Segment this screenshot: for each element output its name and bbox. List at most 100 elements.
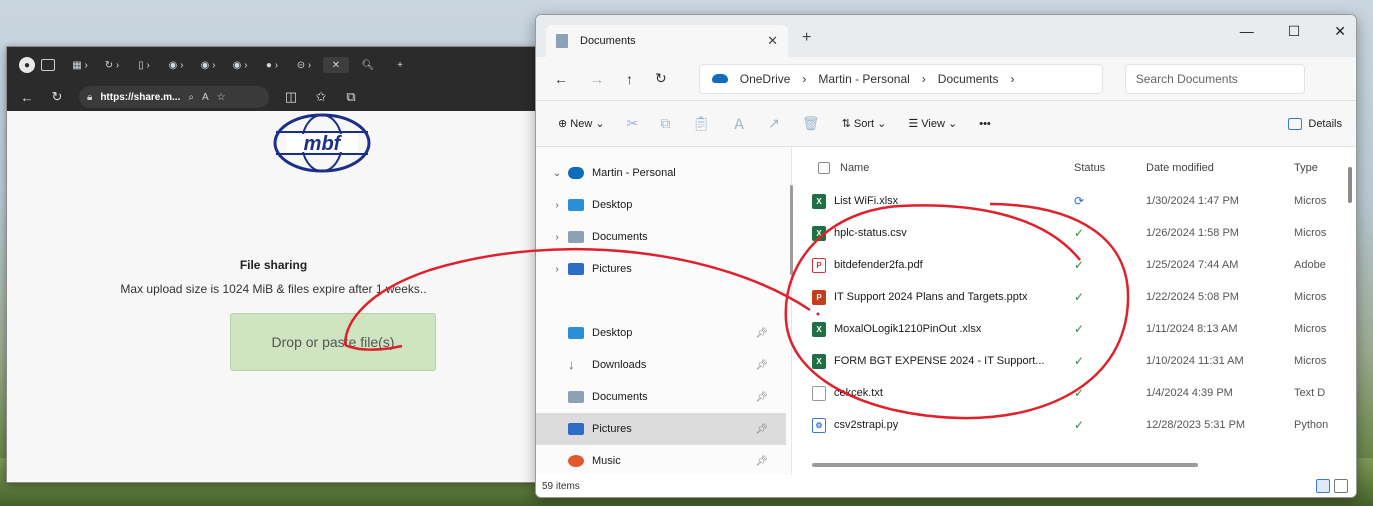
split-screen-icon[interactable]: ◫ — [283, 89, 299, 105]
address-bar[interactable]: 🔒︎ https://share.m... ⌕ A ☆ — [79, 86, 269, 108]
nav-item-documents[interactable]: › Documents — [536, 221, 786, 253]
reload-icon[interactable]: ↻ — [49, 89, 65, 105]
file-row[interactable]: X FORM BGT EXPENSE 2024 - IT Support... … — [812, 345, 1356, 377]
new-tab-icon[interactable]: + — [802, 29, 811, 47]
nav-item-pictures[interactable]: › Pictures — [536, 253, 786, 285]
excel-file-icon: X — [812, 193, 826, 209]
address-text: https://share.m... — [100, 91, 181, 103]
file-row[interactable]: ⚙ csv2strapi.py ✓ 12/28/2023 5:31 PM Pyt… — [812, 409, 1356, 441]
read-aloud-icon[interactable]: A — [202, 92, 209, 103]
details-pane-icon — [1288, 117, 1303, 130]
rename-icon[interactable]: Ａ — [732, 114, 746, 134]
quick-access-pictures[interactable]: Pictures 📌︎ — [536, 413, 786, 445]
paste-icon[interactable]: 📋︎ — [692, 115, 710, 132]
column-header-status[interactable]: Status — [1074, 157, 1105, 179]
back-arrow-icon[interactable]: ← — [19, 90, 35, 105]
chevron-right-icon[interactable]: › — [546, 264, 568, 275]
refresh-icon[interactable]: ↻ — [655, 70, 667, 87]
item-count: 59 items — [542, 480, 580, 492]
quick-access-documents[interactable]: Documents 📌︎ — [536, 381, 786, 413]
file-row[interactable]: cekcek.txt ✓ 1/4/2024 4:39 PM Text D — [812, 377, 1356, 409]
zoom-icon[interactable]: ⌕ — [188, 92, 194, 103]
delete-icon[interactable]: 🗑︎ — [802, 115, 820, 132]
pin-icon[interactable]: 📌︎ — [755, 392, 768, 403]
share-icon[interactable]: ↗ — [768, 115, 780, 132]
breadcrumb-item[interactable]: Martin - Personal — [818, 72, 909, 86]
file-row[interactable]: X MoxalOLogik1210PinOut .xlsx ✓ 1/11/202… — [812, 313, 1356, 345]
chevron-right-icon: › — [802, 71, 807, 86]
file-row[interactable]: P bitdefender2fa.pdf ✓ 1/25/2024 7:44 AM… — [812, 249, 1356, 281]
tab-actions-icon[interactable] — [41, 59, 55, 71]
vertical-scrollbar[interactable] — [1348, 167, 1352, 203]
nav-item-martin-personal[interactable]: ⌄ Martin - Personal — [536, 157, 786, 189]
details-view-icon[interactable] — [1316, 479, 1330, 493]
close-tab-icon[interactable]: ✕ — [767, 33, 778, 49]
file-row[interactable]: X hplc-status.csv ✓ 1/26/2024 1:58 PM Mi… — [812, 217, 1356, 249]
chevron-right-icon: › — [1010, 71, 1015, 86]
column-header-type[interactable]: Type — [1294, 157, 1318, 179]
synced-check-icon: ✓ — [1074, 418, 1085, 432]
quick-access-desktop[interactable]: Desktop 📌︎ — [536, 317, 786, 349]
favorite-star-icon[interactable]: ☆ — [217, 92, 226, 103]
tab-globe-icon-3[interactable]: ◉ › — [227, 57, 253, 73]
maximize-icon[interactable]: ☐ — [1288, 23, 1301, 40]
file-row[interactable]: X List WiFi.xlsx ⟳ 1/30/2024 1:47 PM Mic… — [812, 185, 1356, 217]
close-window-icon[interactable]: ✕ — [1334, 23, 1346, 40]
up-arrow-icon[interactable]: ↑ — [626, 71, 633, 87]
chevron-right-icon[interactable]: › — [546, 232, 568, 243]
minimize-icon[interactable]: — — [1240, 23, 1254, 40]
tiles-view-icon[interactable] — [1334, 479, 1348, 493]
column-header-date[interactable]: Date modified — [1146, 157, 1214, 179]
pin-icon[interactable]: 📌︎ — [755, 328, 768, 339]
chevron-down-icon[interactable]: ⌄ — [546, 168, 568, 179]
details-button[interactable]: Details — [1288, 117, 1342, 130]
tab-refresh-icon[interactable]: ↻ › — [99, 57, 125, 73]
nav-item-desktop[interactable]: › Desktop — [536, 189, 786, 221]
sort-button[interactable]: ⇅ Sort ⌄ — [842, 117, 887, 130]
tab-search-icon[interactable]: 🔍︎ — [355, 57, 381, 73]
browser-nav-bar: ← ↻ 🔒︎ https://share.m... ⌕ A ☆ ◫ ✩ ⧉ — [7, 83, 540, 111]
pin-icon[interactable]: 📌︎ — [755, 424, 768, 435]
onedrive-icon — [711, 74, 728, 83]
forward-arrow-icon[interactable]: → — [590, 71, 604, 87]
documents-folder-icon — [556, 34, 568, 48]
more-options-button[interactable]: ••• — [979, 118, 991, 130]
active-tab-close-icon[interactable]: ✕ — [323, 57, 349, 73]
pin-icon[interactable]: 📌︎ — [755, 360, 768, 371]
select-all-checkbox[interactable] — [818, 162, 830, 174]
quick-access-music[interactable]: Music 📌︎ — [536, 445, 786, 477]
profile-icon[interactable]: ● — [19, 57, 35, 73]
copy-icon[interactable]: ⧉ — [660, 115, 670, 132]
breadcrumb-item[interactable]: Documents — [938, 72, 999, 86]
quick-access-downloads[interactable]: ↓ Downloads 📌︎ — [536, 349, 786, 381]
favorites-icon[interactable]: ✩ — [313, 89, 329, 105]
column-header-name[interactable]: Name — [818, 157, 869, 179]
explorer-tab[interactable]: Documents ✕ — [546, 25, 788, 57]
horizontal-scrollbar[interactable] — [812, 463, 1198, 467]
tab-globe-icon-2[interactable]: ◉ › — [195, 57, 221, 73]
breadcrumb-item[interactable]: OneDrive — [740, 72, 791, 86]
pin-icon[interactable]: 📌︎ — [755, 456, 768, 467]
view-button[interactable]: ☰ View ⌄ — [908, 117, 957, 130]
breadcrumb[interactable]: OneDrive › Martin - Personal › Documents… — [698, 63, 1103, 94]
cut-icon[interactable]: ✂ — [627, 115, 639, 132]
tab-link-icon[interactable]: ⊝ › — [291, 57, 317, 73]
new-tab-icon[interactable]: + — [387, 57, 413, 73]
back-arrow-icon[interactable]: ← — [554, 71, 568, 87]
drop-zone-button[interactable]: Drop or paste file(s) — [230, 313, 436, 371]
tab-globe-icon[interactable]: ◉ › — [163, 57, 189, 73]
tab-circle-icon[interactable]: ● › — [259, 57, 285, 73]
view-toggle — [1316, 479, 1348, 493]
new-button[interactable]: ⊕ New ⌄ — [558, 117, 605, 130]
tab-grid-icon[interactable]: ▦ › — [67, 57, 93, 73]
tab-doc-icon[interactable]: ▯ › — [131, 57, 157, 73]
file-explorer-window: Documents ✕ + — ☐ ✕ ← → ↑ ↻ OneDrive › M… — [535, 14, 1357, 498]
file-row[interactable]: P IT Support 2024 Plans and Targets.pptx… — [812, 281, 1356, 313]
file-list: Name Status Date modified Type X List Wi… — [792, 147, 1356, 475]
lock-icon: 🔒︎ — [87, 91, 93, 103]
search-input[interactable]: Search Documents — [1124, 63, 1305, 94]
documents-folder-icon — [568, 231, 584, 243]
collections-icon[interactable]: ⧉ — [343, 89, 359, 105]
chevron-right-icon[interactable]: › — [546, 200, 568, 211]
synced-check-icon: ✓ — [1074, 226, 1085, 240]
